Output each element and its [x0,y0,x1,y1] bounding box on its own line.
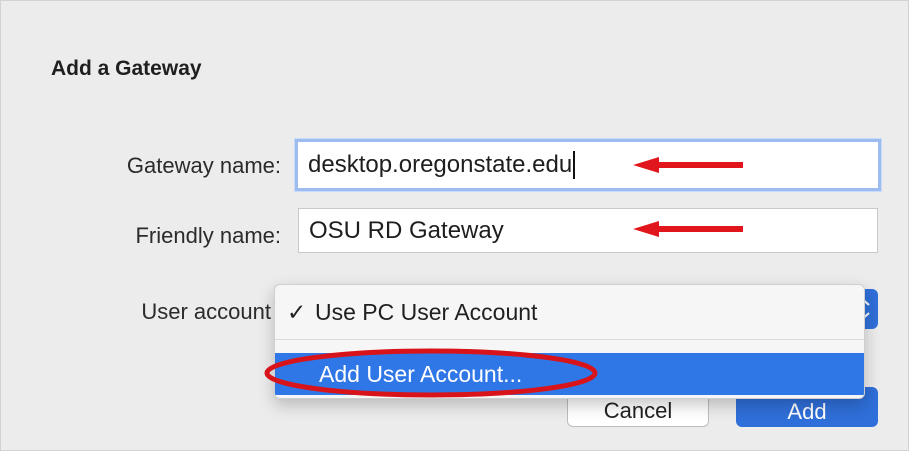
gateway-name-input[interactable]: desktop.oregonstate.edu [295,139,881,191]
gateway-name-label: Gateway name: [126,153,281,178]
friendly-name-value: OSU RD Gateway [309,216,504,244]
red-left-arrow-icon [633,221,743,237]
menu-item-label: Use PC User Account [315,298,538,325]
menu-item-label: Add User Account... [319,360,523,387]
checkmark-icon: ✓ [287,298,307,325]
friendly-name-input[interactable]: OSU RD Gateway [298,208,878,253]
red-left-arrow-icon [633,157,743,173]
text-caret [573,151,576,179]
menu-item-use-pc-user-account[interactable]: ✓ Use PC User Account [275,291,864,333]
menu-separator [275,339,864,340]
add-button-label: Add [787,399,827,424]
user-account-dropdown-menu: ✓ Use PC User Account Add User Account..… [274,284,865,399]
arrow-shape [633,157,743,173]
gateway-name-value: desktop.oregonstate.edu [308,151,573,178]
arrow-shape [633,221,743,237]
add-gateway-dialog: Add a Gateway Gateway name: desktop.oreg… [0,0,909,451]
dialog-title: Add a Gateway [51,57,202,80]
friendly-name-label: Friendly name: [135,223,281,248]
user-account-label: User account [141,299,271,324]
menu-item-add-user-account[interactable]: Add User Account... [275,353,864,395]
cancel-button-label: Cancel [603,398,673,423]
